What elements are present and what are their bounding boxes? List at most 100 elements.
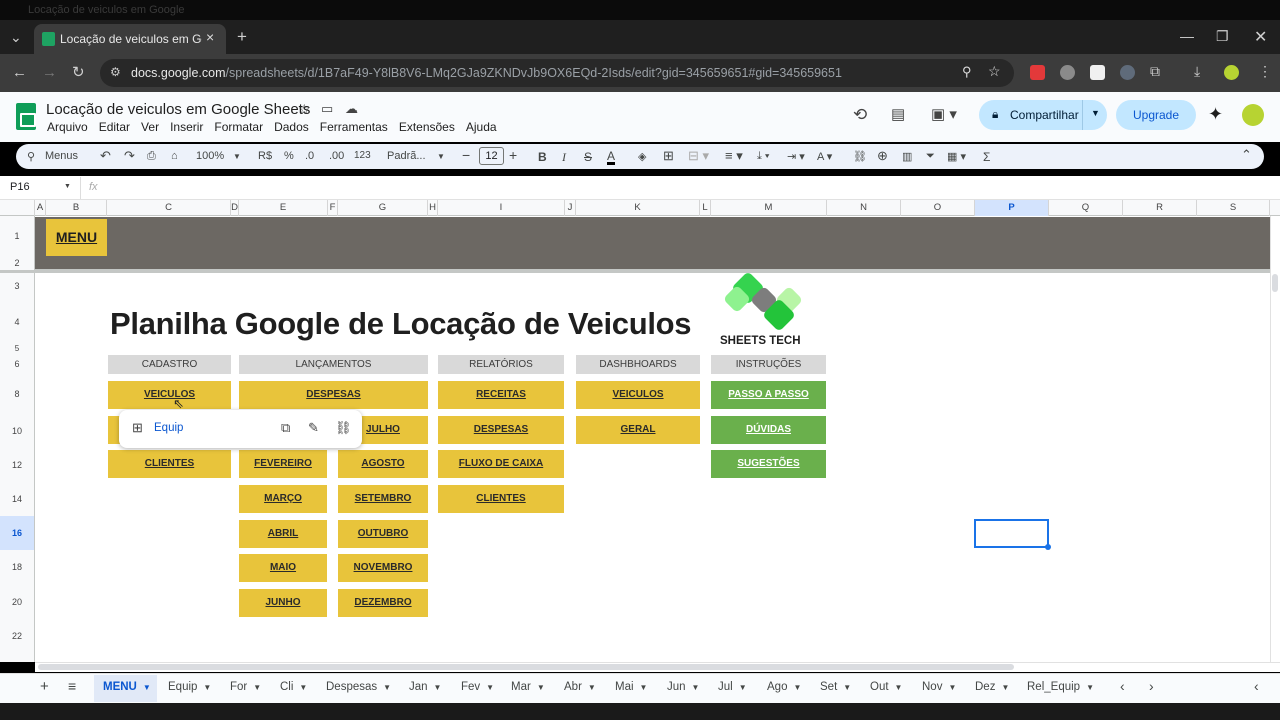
dashboards-veiculos-button[interactable]: VEICULOS: [576, 381, 700, 409]
col-header-n[interactable]: N: [827, 200, 901, 216]
sheet-tab-jan[interactable]: Jan ▼: [409, 681, 441, 693]
col-header-q[interactable]: Q: [1049, 200, 1123, 216]
col-header-a[interactable]: A: [35, 200, 46, 216]
horizontal-scroll-thumb[interactable]: [38, 664, 1014, 670]
wrap-icon[interactable]: ⇥ ▾: [787, 150, 805, 163]
row-header-16[interactable]: 16: [0, 516, 35, 550]
lancamentos-fevereiro-button[interactable]: FEVEREIRO: [239, 450, 327, 478]
profile-avatar[interactable]: [1224, 65, 1239, 80]
rotate-icon[interactable]: A ▾: [817, 150, 832, 163]
relatorios-clientes-button[interactable]: CLIENTES: [438, 485, 564, 513]
col-header-e[interactable]: E: [239, 200, 328, 216]
scroll-tabs-left-icon[interactable]: ‹: [1120, 678, 1125, 694]
star-icon[interactable]: ☆: [298, 101, 311, 118]
collapse-toolbar-icon[interactable]: ⌃: [1241, 147, 1252, 163]
instrucoes-duvidas-button[interactable]: DÚVIDAS: [711, 416, 826, 444]
zoom-select[interactable]: 100%: [196, 150, 224, 162]
dashboards-geral-button[interactable]: GERAL: [576, 416, 700, 444]
percent-button[interactable]: %: [284, 150, 294, 162]
vertical-scroll-thumb[interactable]: [1272, 274, 1278, 292]
share-dropdown-icon[interactable]: ▼: [1091, 108, 1100, 118]
sheet-tab-jul[interactable]: Jul ▼: [718, 681, 747, 693]
col-header-c[interactable]: C: [107, 200, 231, 216]
relatorios-despesas-button[interactable]: DESPESAS: [438, 416, 564, 444]
sheet-tab-nov[interactable]: Nov ▼: [922, 681, 956, 693]
relatorios-fluxo-button[interactable]: FLUXO DE CAIXA: [438, 450, 564, 478]
history-icon[interactable]: ⟲: [853, 105, 867, 125]
row-header-18[interactable]: 18: [0, 550, 35, 584]
move-folder-icon[interactable]: ▭: [321, 101, 333, 117]
all-sheets-icon[interactable]: ≡: [68, 678, 76, 694]
col-header-i[interactable]: I: [438, 200, 565, 216]
gemini-icon[interactable]: ✦: [1208, 104, 1223, 125]
menu-arquivo[interactable]: Arquivo: [47, 120, 88, 134]
account-avatar[interactable]: [1242, 104, 1264, 126]
lancamentos-outubro-button[interactable]: OUTUBRO: [338, 520, 428, 548]
scroll-tabs-right-icon[interactable]: ›: [1149, 678, 1154, 694]
functions-button[interactable]: Σ: [983, 150, 990, 164]
lancamentos-maio-button[interactable]: MAIO: [239, 554, 327, 582]
menu-extensoes[interactable]: Extensões: [399, 120, 455, 134]
col-header-h[interactable]: H: [428, 200, 438, 216]
sheet-tab-cli[interactable]: Cli ▼: [280, 681, 307, 693]
valign-icon[interactable]: ⤓ ▾: [757, 150, 770, 163]
row-header-2[interactable]: 2: [0, 257, 35, 270]
extension-grey-icon[interactable]: [1060, 65, 1075, 80]
tab-search-icon[interactable]: ⌄: [10, 29, 22, 46]
share-button[interactable]: 🔒︎ Compartilhar ▼: [979, 100, 1107, 130]
name-box[interactable]: P16: [10, 181, 30, 193]
lancamentos-dezembro-button[interactable]: DEZEMBRO: [338, 589, 428, 617]
redo-icon[interactable]: ↷: [124, 148, 135, 164]
search-menus-input[interactable]: Menus: [45, 150, 78, 162]
currency-button[interactable]: R$: [258, 150, 272, 162]
lancamentos-despesas-button[interactable]: DESPESAS: [239, 381, 428, 409]
row-header-6[interactable]: 6: [0, 354, 35, 374]
address-bar[interactable]: ⚙ docs.google.com/spreadsheets/d/1B7aF49…: [100, 59, 1014, 87]
borders-icon[interactable]: ⊞: [663, 148, 674, 164]
merge-cells-icon[interactable]: ⊟ ▾: [688, 148, 709, 164]
font-dropdown-icon[interactable]: ▼: [437, 152, 445, 161]
filter-views-icon[interactable]: ▦ ▾: [947, 150, 966, 163]
increase-decimal-button[interactable]: .00: [329, 150, 344, 162]
zoom-icon[interactable]: ⚲: [962, 64, 972, 80]
row-header-22[interactable]: 22: [0, 620, 35, 653]
menu-inserir[interactable]: Inserir: [170, 120, 203, 134]
lancamentos-setembro-button[interactable]: SETEMBRO: [338, 485, 428, 513]
decrease-font-icon[interactable]: −: [462, 147, 470, 163]
site-info-icon[interactable]: ⚙: [110, 65, 121, 79]
forward-icon[interactable]: →: [42, 64, 57, 81]
row-header-1[interactable]: 1: [0, 216, 35, 257]
undo-icon[interactable]: ↶: [100, 148, 111, 164]
row-header-4[interactable]: 4: [0, 300, 35, 344]
increase-font-icon[interactable]: +: [509, 147, 517, 163]
sheet-tab-despesas[interactable]: Despesas ▼: [326, 681, 391, 693]
paint-format-icon[interactable]: ⌂: [171, 150, 178, 162]
menu-editar[interactable]: Editar: [99, 120, 130, 134]
extension-white-icon[interactable]: [1090, 65, 1105, 80]
col-header-m[interactable]: M: [711, 200, 827, 216]
decrease-decimal-button[interactable]: .0: [305, 150, 314, 162]
sheet-tab-abr[interactable]: Abr ▼: [564, 681, 596, 693]
extension-red-icon[interactable]: [1030, 65, 1045, 80]
print-icon[interactable]: ⎙: [147, 150, 156, 163]
menu-dados[interactable]: Dados: [274, 120, 309, 134]
align-icon[interactable]: ≡ ▾: [725, 148, 743, 164]
doc-title[interactable]: Locação de veiculos em Google Sheets: [46, 101, 310, 118]
reload-icon[interactable]: ↻: [72, 63, 85, 81]
filter-icon[interactable]: ⏷: [926, 150, 935, 163]
sheet-tab-dez[interactable]: Dez ▼: [975, 681, 1009, 693]
col-header-k[interactable]: K: [576, 200, 700, 216]
sheet-tab-menu[interactable]: MENU ▼: [103, 681, 151, 693]
menu-ver[interactable]: Ver: [141, 120, 159, 134]
back-icon[interactable]: ←: [12, 64, 27, 81]
italic-button[interactable]: I: [562, 150, 566, 165]
menu-ferramentas[interactable]: Ferramentas: [320, 120, 388, 134]
sheets-logo-icon[interactable]: [16, 103, 36, 130]
remove-link-icon[interactable]: ⛓: [335, 420, 352, 436]
close-window-icon[interactable]: ✕: [1254, 27, 1267, 47]
col-header-s[interactable]: S: [1197, 200, 1270, 216]
col-header-b[interactable]: B: [46, 200, 107, 216]
bold-button[interactable]: B: [538, 150, 547, 164]
instrucoes-passo-button[interactable]: PASSO A PASSO: [711, 381, 826, 409]
row-header-5[interactable]: 5: [0, 344, 35, 354]
